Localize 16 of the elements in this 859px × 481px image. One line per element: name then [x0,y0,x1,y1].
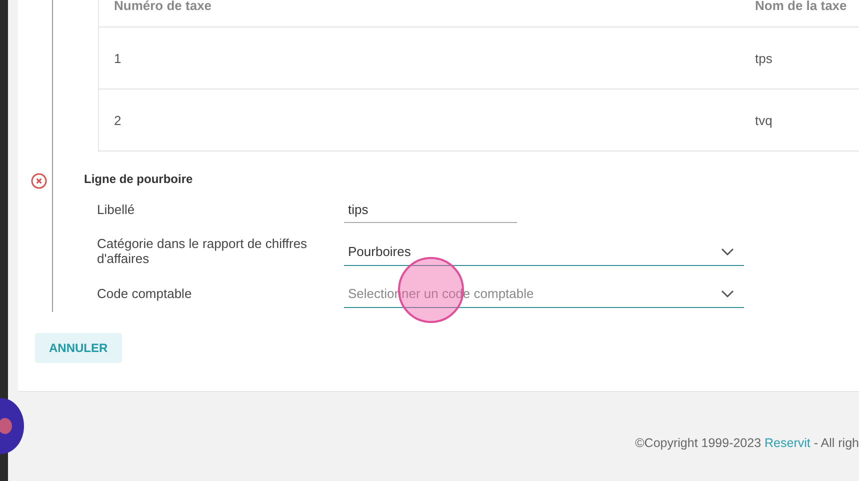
table-cell: tps [755,50,772,66]
chevron-down-icon [721,248,734,256]
table-cell-text: 2 [113,112,122,128]
copyright-text: ©Copyright 1999-2023 Reservit - All righ [635,436,859,450]
company-link[interactable]: Reservit [764,436,810,450]
field-label: Catégorie dans le rapport de chiffres d'affaires [97,237,308,267]
table-cell: tvq [755,112,772,128]
column-header: Nom de la taxe [755,0,847,13]
table-cell-text: 1 [113,50,122,66]
field-label: Libellé [97,202,136,218]
chevron-down-icon [721,290,734,298]
select-field[interactable]: Pourboires [344,238,744,266]
field-label: Code comptable [97,286,193,302]
section-title: Ligne de pourboire [84,172,194,186]
column-header: Numéro de taxe [113,0,213,13]
cancel-button[interactable]: ANNULER [35,333,122,363]
